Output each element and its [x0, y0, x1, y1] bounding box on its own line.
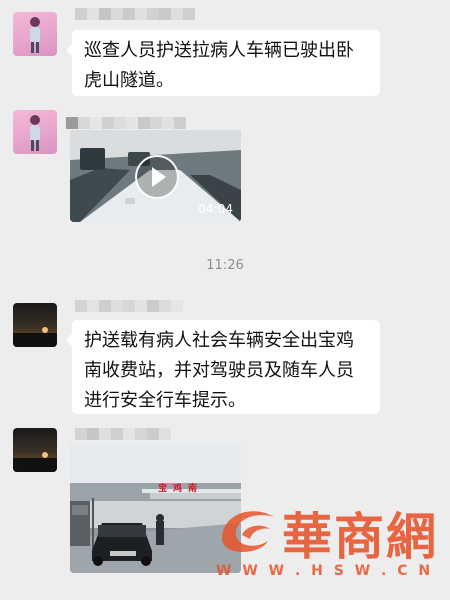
video-message[interactable]: 04:04: [70, 130, 241, 222]
avatar-figure-icon: [30, 115, 40, 151]
watermark-logo: 華商網 W W W . H S W . C N: [212, 485, 442, 585]
avatar[interactable]: [13, 428, 57, 472]
watermark-swirl-icon: [222, 511, 274, 552]
message-text: 护送载有病人社会车辆安全出宝鸡南收费站，并对驾驶员及随车人员进行安全行车提示。: [84, 330, 354, 411]
sender-name-blurred: [75, 8, 195, 20]
avatar-sunset-icon: [13, 452, 57, 472]
avatar[interactable]: [13, 12, 57, 56]
avatar-sunset-icon: [13, 327, 57, 347]
video-duration: 04:04: [198, 202, 233, 216]
avatar[interactable]: [13, 110, 57, 154]
play-icon[interactable]: [135, 155, 179, 199]
chat-timestamp: 11:26: [206, 258, 244, 273]
message-bubble[interactable]: 护送载有病人社会车辆安全出宝鸡南收费站，并对驾驶员及随车人员进行安全行车提示。: [66, 320, 380, 414]
watermark-url: W W W . H S W . C N: [216, 563, 434, 579]
message-bubble[interactable]: 巡查人员护送拉病人车辆已驶出卧虎山隧道。: [66, 30, 380, 96]
avatar-figure-icon: [30, 17, 40, 53]
avatar[interactable]: [13, 303, 57, 347]
watermark-logo-text: 華商網: [282, 508, 438, 566]
sender-name-blurred: [75, 428, 171, 440]
message-text: 巡查人员护送拉病人车辆已驶出卧虎山隧道。: [84, 40, 354, 91]
toll-station-sign: 宝鸡南: [158, 484, 204, 494]
sender-name-blurred: [66, 117, 186, 129]
sender-name-blurred: [75, 300, 183, 312]
